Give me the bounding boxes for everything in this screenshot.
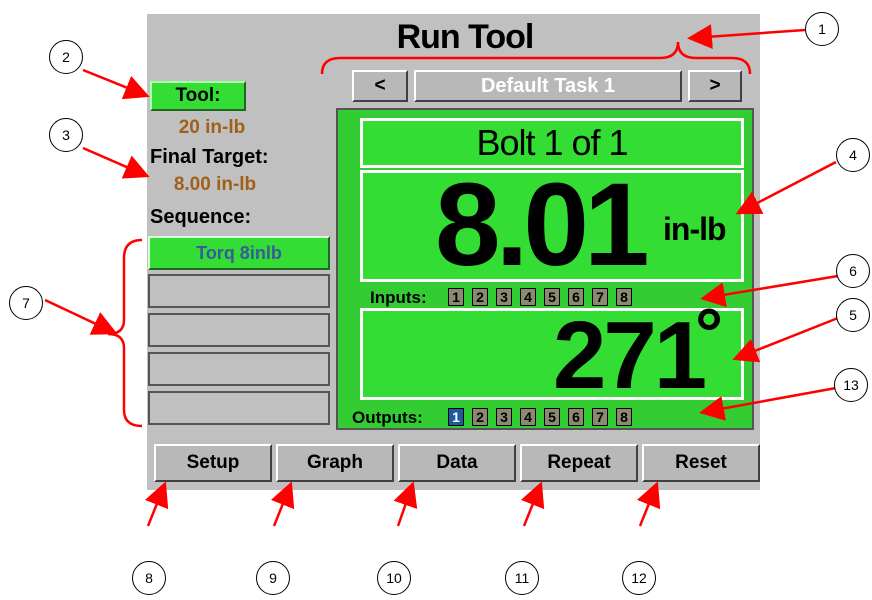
callout-13: 13 (834, 368, 868, 402)
outputs-label: Outputs: (352, 408, 423, 427)
data-button[interactable]: Data (398, 444, 516, 482)
sequence-item[interactable] (148, 274, 330, 308)
arrow-8 (144, 481, 169, 527)
callout-1: 1 (805, 12, 839, 46)
output-indicator: 6 (568, 408, 584, 426)
repeat-button[interactable]: Repeat (520, 444, 638, 482)
callout-5: 5 (836, 298, 870, 332)
tool-value: 20 in-lb (178, 117, 246, 138)
input-indicator: 2 (472, 288, 488, 306)
callout-4: 4 (836, 138, 870, 172)
callout-7: 7 (9, 286, 43, 320)
final-target-value: 8.00 in-lb (173, 174, 257, 195)
angle-unit: ° (695, 294, 723, 372)
input-indicator: 1 (448, 288, 464, 306)
callout-3: 3 (49, 118, 83, 152)
arrow-10 (393, 481, 418, 527)
input-indicator: 4 (520, 288, 536, 306)
sequence-item[interactable] (148, 352, 330, 386)
callout-6: 6 (836, 254, 870, 288)
output-indicator: 5 (544, 408, 560, 426)
output-indicator: 3 (496, 408, 512, 426)
arrow-7 (44, 298, 118, 335)
sequence-label: Sequence: (150, 206, 252, 228)
arrow-2 (82, 68, 150, 100)
run-panel: Bolt 1 of 1 8.01 in-lb Inputs: 1 2 3 4 5… (336, 108, 754, 430)
arrow-3 (82, 146, 150, 179)
inputs-label: Inputs: (370, 288, 427, 307)
task-name[interactable]: Default Task 1 (414, 70, 682, 102)
output-indicator: 7 (592, 408, 608, 426)
torque-value: 8.01 (435, 159, 650, 291)
page-title: Run Tool (396, 18, 535, 56)
output-indicator: 4 (520, 408, 536, 426)
arrow-9 (270, 481, 295, 527)
callout-12: 12 (622, 561, 656, 595)
callout-9: 9 (256, 561, 290, 595)
next-task-button[interactable]: > (688, 70, 742, 102)
prev-task-button[interactable]: < (352, 70, 408, 102)
torque-display: 8.01 in-lb (360, 159, 744, 291)
left-brace (107, 238, 143, 428)
callout-11: 11 (505, 561, 539, 595)
torque-unit: in-lb (663, 211, 727, 247)
angle-value: 271 (553, 302, 707, 409)
callout-8: 8 (132, 561, 166, 595)
sequence-item[interactable] (148, 391, 330, 425)
callout-10: 10 (377, 561, 411, 595)
arrow-12 (636, 481, 661, 527)
output-indicator: 1 (448, 408, 464, 426)
callout-2: 2 (49, 40, 83, 74)
output-indicator: 8 (616, 408, 632, 426)
setup-button[interactable]: Setup (154, 444, 272, 482)
sequence-item[interactable]: Torq 8inlb (148, 236, 330, 270)
arrow-11 (520, 481, 545, 527)
graph-button[interactable]: Graph (276, 444, 394, 482)
input-indicator: 3 (496, 288, 512, 306)
reset-button[interactable]: Reset (642, 444, 760, 482)
final-target-label: Final Target: (150, 146, 269, 168)
tool-button[interactable]: Tool: (150, 81, 246, 111)
angle-display: 271 ° (360, 294, 744, 409)
sequence-item[interactable] (148, 313, 330, 347)
output-indicator: 2 (472, 408, 488, 426)
